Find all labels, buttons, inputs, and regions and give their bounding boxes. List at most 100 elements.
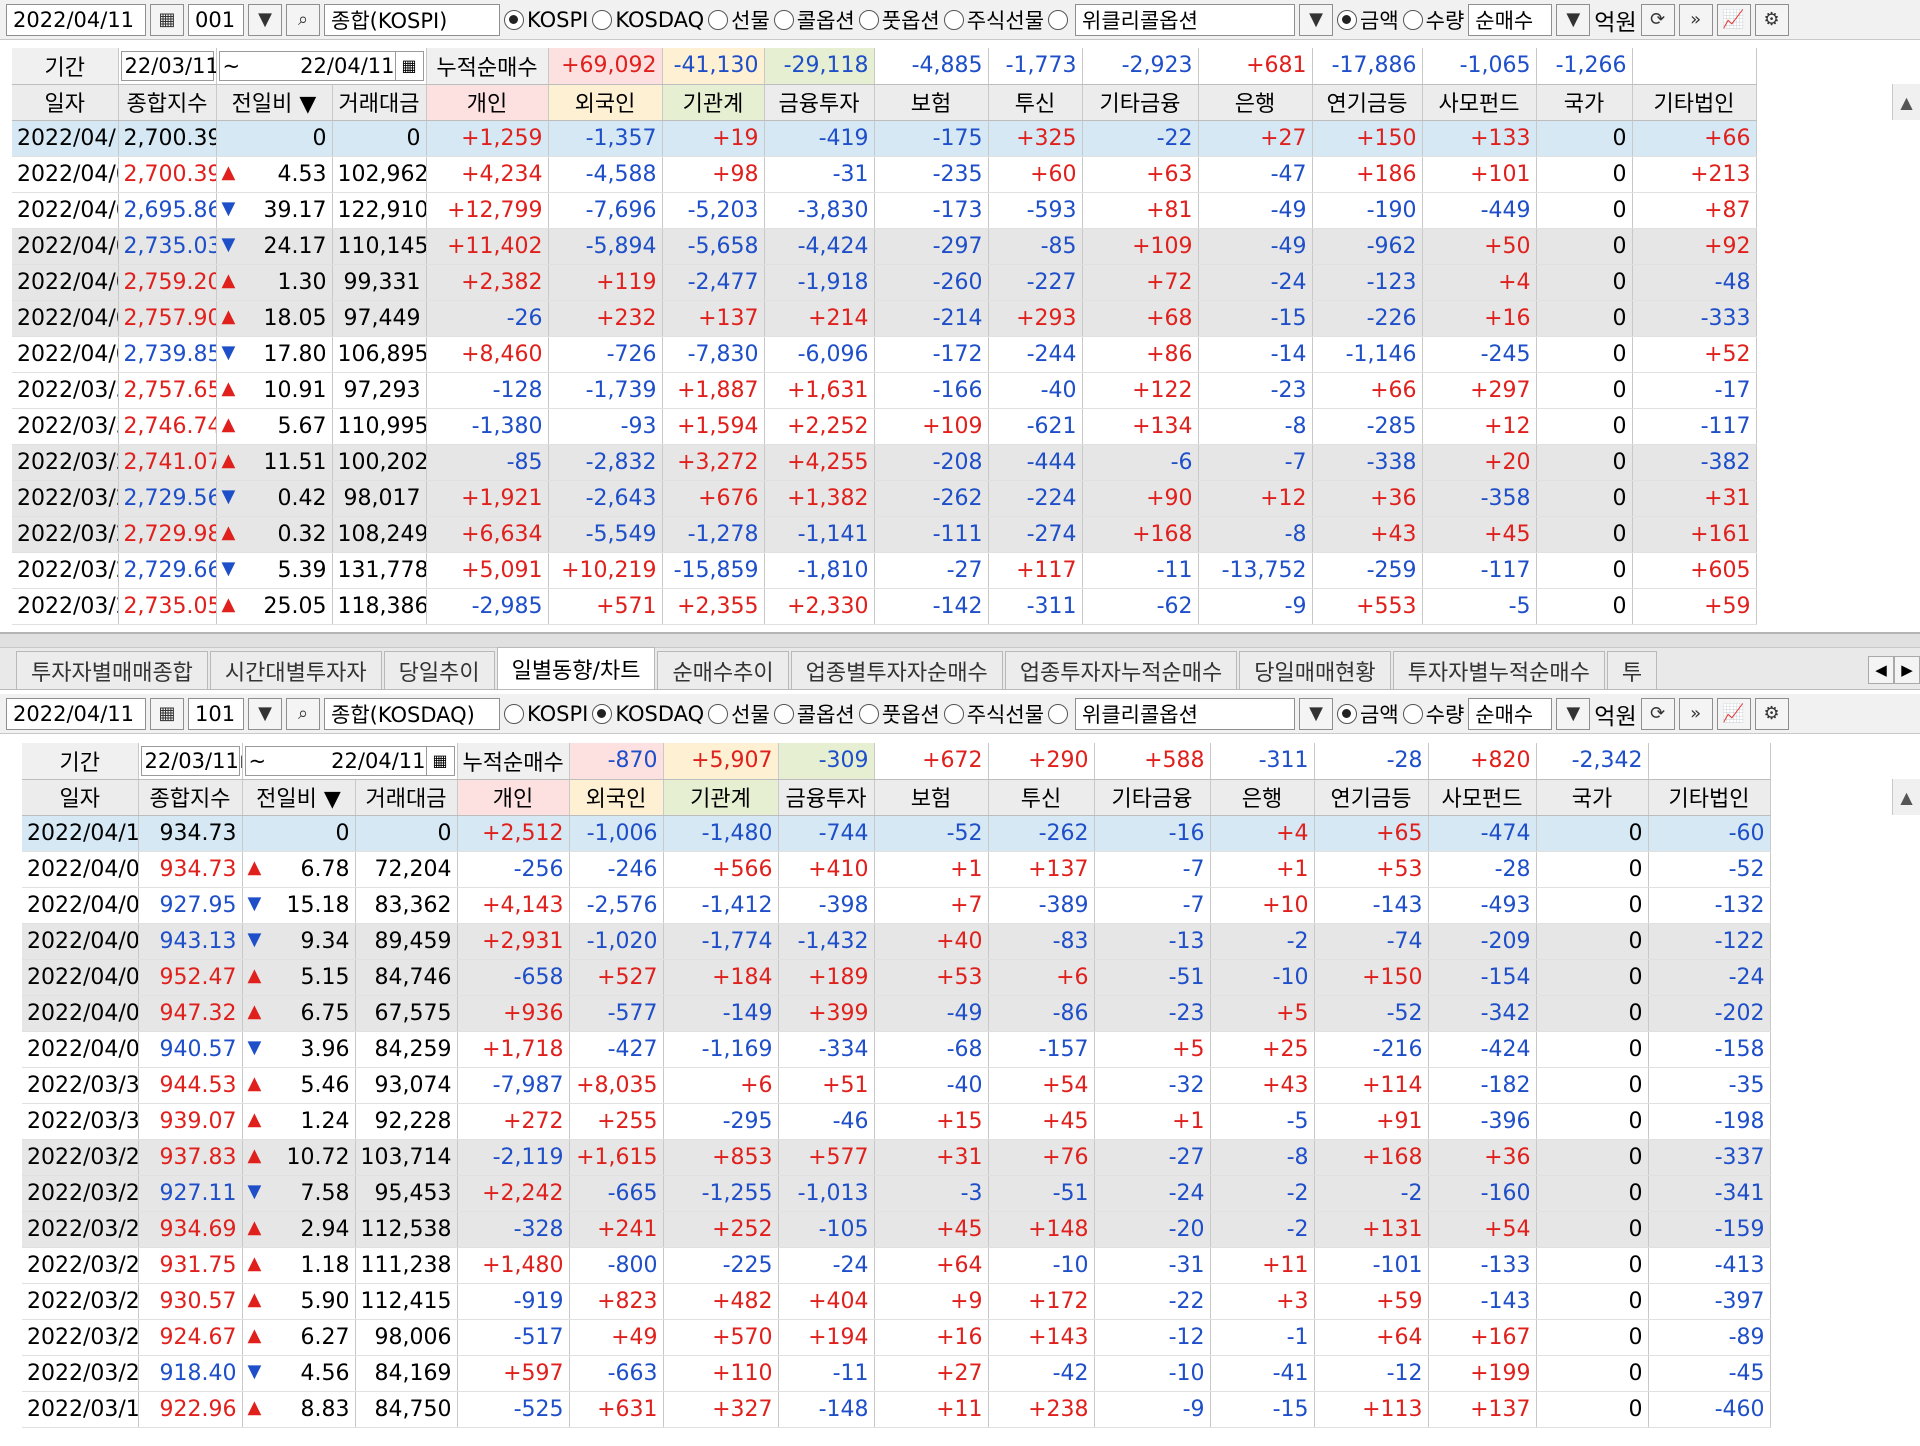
top-market-4[interactable]: 풋옵션	[858, 5, 940, 35]
bottom-table-row[interactable]: 2022/03/21918.40▼4.5684,169+597-663+110-…	[22, 1355, 1771, 1392]
bottom-col-일자[interactable]: 일자	[22, 779, 139, 816]
bottom-radio-icon[interactable]	[1048, 703, 1069, 724]
top-radio-icon[interactable]	[708, 9, 729, 30]
top-radio-icon[interactable]	[773, 9, 794, 30]
top-col-국가[interactable]: 국가	[1536, 84, 1633, 121]
bottom-col-투신[interactable]: 투신	[988, 779, 1095, 816]
top-table-row[interactable]: 2022/04/082,700.39▲4.53102,962+4,234-4,5…	[12, 156, 1757, 193]
top-period-from[interactable]: 22/03/11▦	[120, 50, 215, 81]
bottom-col-개인[interactable]: 개인	[457, 779, 570, 816]
bottom-table-row[interactable]: 2022/04/08934.73▲6.7872,204-256-246+566+…	[22, 851, 1771, 888]
bottom-code-field[interactable]: 101	[188, 697, 244, 730]
bottom-radio-icon[interactable]	[504, 703, 524, 724]
bottom-market-2[interactable]: 선물	[708, 699, 770, 729]
bottom-radio-icon[interactable]	[1337, 703, 1358, 724]
bottom-sort-dropdown-icon[interactable]: ▼	[317, 787, 341, 812]
tab-scroll-right-icon[interactable]: ▶	[1894, 656, 1920, 684]
tab-1[interactable]: 시간대별투자자	[209, 651, 382, 689]
top-col-외국인[interactable]: 외국인	[548, 84, 663, 121]
bottom-radio-icon[interactable]	[943, 703, 964, 724]
bottom-col-전일비[interactable]: 전일비 ▼	[242, 779, 356, 816]
tab-5[interactable]: 업종별투자자순매수	[790, 651, 1003, 689]
bottom-table-row[interactable]: 2022/03/30939.07▲1.2492,228+272+255-295-…	[22, 1103, 1771, 1140]
top-radio-icon[interactable]	[858, 9, 879, 30]
top-option-dropdown-icon[interactable]: ▼	[1299, 3, 1334, 36]
bottom-table-row[interactable]: 2022/03/31944.53▲5.4693,074-7,987+8,035+…	[22, 1067, 1771, 1104]
bottom-table-row[interactable]: 2022/03/22924.67▲6.2798,006-517+49+570+1…	[22, 1319, 1771, 1356]
top-market-option[interactable]	[1048, 9, 1071, 30]
top-mode-dropdown-icon[interactable]: ▼	[1556, 3, 1591, 36]
bottom-table-row[interactable]: 2022/03/23930.57▲5.90112,415-919+823+482…	[22, 1283, 1771, 1320]
top-table-row[interactable]: 2022/04/062,735.03▼24.17110,145+11,402-5…	[12, 228, 1757, 265]
bottom-unit-1[interactable]: 수량	[1402, 699, 1464, 729]
bottom-table-row[interactable]: 2022/04/11934.7300+2,512-1,006-1,480-744…	[22, 815, 1771, 852]
bottom-table-row[interactable]: 2022/03/25934.69▲2.94112,538-328+241+252…	[22, 1211, 1771, 1248]
top-col-보험[interactable]: 보험	[874, 84, 989, 121]
top-col-은행[interactable]: 은행	[1198, 84, 1313, 121]
panel-splitter[interactable]	[0, 632, 1920, 648]
top-unit-0[interactable]: 금액	[1337, 5, 1399, 35]
top-col-일자[interactable]: 일자	[12, 84, 119, 121]
top-radio-icon[interactable]	[1337, 9, 1358, 30]
bottom-col-종합지수[interactable]: 종합지수	[138, 779, 243, 816]
tab-6[interactable]: 업종투자자누적순매수	[1004, 651, 1238, 689]
bottom-search-icon[interactable]: ⌕	[286, 697, 320, 730]
top-chart-icon[interactable]: 📈	[1716, 3, 1751, 36]
tab-4[interactable]: 순매수추이	[657, 651, 789, 689]
bottom-radio-icon[interactable]	[708, 703, 729, 724]
top-calendar-icon[interactable]: ▦	[150, 3, 184, 36]
top-col-기타금융[interactable]: 기타금융	[1082, 84, 1199, 121]
top-radio-icon[interactable]	[1048, 9, 1069, 30]
top-table-row[interactable]: 2022/03/302,746.74▲5.67110,995-1,380-93+…	[12, 408, 1757, 445]
bottom-table-row[interactable]: 2022/04/07927.95▼15.1883,362+4,143-2,576…	[22, 887, 1771, 924]
top-search-icon[interactable]: ⌕	[286, 3, 320, 36]
top-gear-icon[interactable]: ⚙	[1754, 3, 1789, 36]
bottom-period-from[interactable]: 22/03/11▦	[140, 745, 241, 776]
bottom-col-연기금등[interactable]: 연기금등	[1314, 779, 1429, 816]
top-mode-select[interactable]: 순매수	[1468, 3, 1553, 36]
top-table-row[interactable]: 2022/03/282,729.56▼0.4298,017+1,921-2,64…	[12, 480, 1757, 517]
bottom-table-row[interactable]: 2022/04/05952.47▲5.1584,746-658+527+184+…	[22, 959, 1771, 996]
top-radio-icon[interactable]	[504, 9, 524, 30]
top-col-거래대금[interactable]: 거래대금	[332, 84, 427, 121]
top-table-row[interactable]: 2022/03/242,729.66▼5.39131,778+5,091+10,…	[12, 552, 1757, 589]
tab-8[interactable]: 투자자별누적순매수	[1392, 651, 1605, 689]
bottom-double-chevron-icon[interactable]: »	[1678, 697, 1713, 730]
bottom-table-row[interactable]: 2022/03/18922.96▲8.8384,750-525+631+327-…	[22, 1391, 1771, 1428]
bottom-table-row[interactable]: 2022/03/24931.75▲1.18111,238+1,480-800-2…	[22, 1247, 1771, 1284]
bottom-unit-0[interactable]: 금액	[1337, 699, 1399, 729]
bottom-chart-icon[interactable]: 📈	[1716, 697, 1751, 730]
top-double-chevron-icon[interactable]: »	[1678, 3, 1713, 36]
bottom-market-option[interactable]	[1048, 703, 1071, 724]
top-col-기타법인[interactable]: 기타법인	[1632, 84, 1757, 121]
bottom-col-거래대금[interactable]: 거래대금	[355, 779, 458, 816]
top-to-calendar-icon[interactable]: ▦	[394, 50, 423, 81]
bottom-mode-dropdown-icon[interactable]: ▼	[1556, 697, 1591, 730]
bottom-scroll-up-icon[interactable]: ▲	[1892, 779, 1920, 815]
top-scroll-up-icon[interactable]: ▲	[1892, 84, 1920, 120]
bottom-radio-icon[interactable]	[592, 703, 613, 724]
bottom-calendar-icon[interactable]: ▦	[150, 697, 184, 730]
bottom-date-field[interactable]: 2022/04/11	[6, 697, 146, 730]
top-market-1[interactable]: KOSDAQ	[592, 8, 704, 32]
top-col-투신[interactable]: 투신	[988, 84, 1083, 121]
tab-2[interactable]: 당일추이	[383, 651, 495, 689]
bottom-col-사모펀드[interactable]: 사모펀드	[1428, 779, 1537, 816]
bottom-col-기타법인[interactable]: 기타법인	[1648, 779, 1771, 816]
bottom-table-row[interactable]: 2022/03/28927.11▼7.5895,453+2,242-665-1,…	[22, 1175, 1771, 1212]
top-col-개인[interactable]: 개인	[426, 84, 549, 121]
top-col-연기금등[interactable]: 연기금등	[1312, 84, 1423, 121]
bottom-table-row[interactable]: 2022/03/29937.83▲10.72103,714-2,119+1,61…	[22, 1139, 1771, 1176]
tab-3[interactable]: 일별동향/차트	[496, 647, 656, 689]
top-col-종합지수[interactable]: 종합지수	[118, 84, 217, 121]
bottom-col-기관계[interactable]: 기관계	[663, 779, 779, 816]
tab-9[interactable]: 투	[1606, 651, 1658, 689]
bottom-radio-icon[interactable]	[1402, 703, 1423, 724]
top-option-select[interactable]: 위클리콜옵션	[1075, 3, 1296, 36]
top-table-row[interactable]: 2022/04/072,695.86▼39.17122,910+12,799-7…	[12, 192, 1757, 229]
top-table-row[interactable]: 2022/04/012,739.85▼17.80106,895+8,460-72…	[12, 336, 1757, 373]
bottom-col-보험[interactable]: 보험	[874, 779, 989, 816]
bottom-period-to[interactable]: ~22/04/11 ▦	[244, 745, 455, 776]
bottom-radio-icon[interactable]	[858, 703, 879, 724]
bottom-col-은행[interactable]: 은행	[1210, 779, 1315, 816]
